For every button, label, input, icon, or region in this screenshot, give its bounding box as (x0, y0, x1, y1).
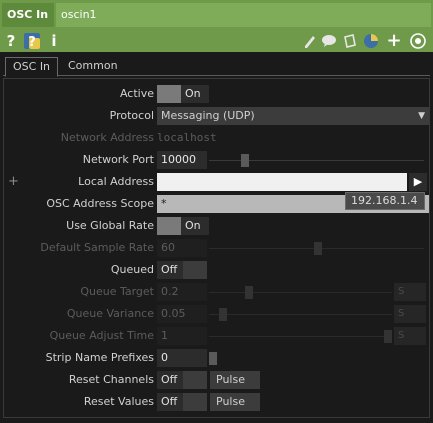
param-label: Queue Variance (66, 307, 154, 320)
param-row-local-address: + Local Address ▶ (4, 173, 429, 191)
queue-adjust-time-field: 1 (157, 327, 207, 345)
param-label: Queue Adjust Time (49, 329, 154, 342)
toggle-knob (157, 85, 181, 103)
toggle-knob (157, 217, 181, 235)
python-help-icon[interactable]: ? (22, 31, 42, 51)
queue-target-slider-handle (245, 286, 253, 299)
toggle-value: On (181, 85, 209, 103)
queue-adjust-time-units-button: S (394, 327, 426, 345)
param-row-use-global-rate: Use Global Rate On (4, 217, 429, 235)
param-label: Network Address (60, 131, 154, 144)
operator-name-field[interactable]: oscin1 (56, 3, 431, 27)
param-row-network-port: Network Port 10000 (4, 151, 429, 169)
default-sample-rate-slider-handle (314, 242, 322, 255)
strip-name-prefixes-slider-handle[interactable] (209, 352, 217, 365)
toolbar: ? ? i + (0, 30, 433, 52)
param-row-reset-channels: Reset Channels Off Pulse (4, 371, 429, 389)
queue-target-slider-track (209, 292, 392, 293)
info-icon[interactable]: i (48, 31, 60, 51)
queue-variance-slider-handle (219, 308, 227, 321)
reset-values-toggle[interactable]: Off (157, 393, 209, 411)
toggle-knob (183, 371, 207, 389)
param-row-active: Active On (4, 85, 429, 103)
param-row-queue-adjust-time: Queue Adjust Time 1 S (4, 327, 429, 345)
python-help-glyph: ? (24, 33, 40, 50)
param-row-queued: Queued Off (4, 261, 429, 279)
dropdown-value: Messaging (UDP) (161, 109, 255, 122)
local-address-field[interactable] (157, 173, 407, 191)
param-label: Network Port (82, 153, 154, 166)
protocol-dropdown[interactable]: Messaging (UDP) ▼ (157, 107, 429, 125)
toggle-value: Off (157, 393, 183, 411)
param-label: Active (119, 87, 154, 100)
param-label: Use Global Rate (66, 219, 154, 232)
param-label: OSC Address Scope (46, 197, 154, 210)
strip-name-prefixes-field[interactable]: 0 (157, 349, 207, 367)
param-row-queue-target: Queue Target 0.2 S (4, 283, 429, 301)
chevron-down-icon: ▼ (418, 111, 425, 121)
param-label: Queue Target (80, 285, 154, 298)
queue-target-field: 0.2 (157, 283, 207, 301)
param-row-strip-name-prefixes: Strip Name Prefixes 0 (4, 349, 429, 367)
help-icon[interactable]: ? (4, 31, 18, 51)
add-icon[interactable]: + (386, 31, 402, 51)
toggle-value: Off (157, 261, 183, 279)
toggle-value: Off (157, 371, 183, 389)
parameter-panel: Active On Protocol Messaging (UDP) ▼ Net… (3, 78, 430, 418)
active-toggle[interactable]: On (157, 85, 209, 103)
queue-adjust-time-slider-track (209, 336, 392, 337)
toggle-value: On (181, 217, 209, 235)
queue-variance-slider-track (209, 314, 392, 315)
title-bar: OSC In oscin1 (0, 0, 433, 30)
param-row-queue-variance: Queue Variance 0.05 S (4, 305, 429, 323)
parameter-tabs: OSC In Common (3, 54, 430, 77)
param-row-reset-values: Reset Values Off Pulse (4, 393, 429, 411)
param-label: Reset Channels (68, 373, 154, 386)
docked-note-icon[interactable] (342, 31, 358, 51)
queued-toggle[interactable]: Off (157, 261, 209, 279)
param-label: Protocol (109, 109, 154, 122)
param-label: Strip Name Prefixes (45, 351, 154, 364)
queue-target-units-button: S (394, 283, 426, 301)
network-port-slider-handle[interactable] (241, 154, 249, 167)
param-label: Local Address (78, 175, 154, 188)
default-sample-rate-field: 60 (157, 239, 207, 257)
local-address-menu-arrow-icon[interactable]: ▶ (409, 173, 427, 191)
use-global-rate-toggle[interactable]: On (157, 217, 209, 235)
python-icon[interactable] (362, 31, 380, 51)
param-row-default-sample-rate: Default Sample Rate 60 (4, 239, 429, 257)
queue-adjust-time-slider-handle (384, 330, 392, 343)
toggle-knob (183, 393, 207, 411)
queue-variance-units-button: S (394, 305, 426, 323)
param-label: Queued (110, 263, 154, 276)
network-port-field[interactable]: 10000 (157, 151, 207, 169)
tab-osc-in[interactable]: OSC In (5, 57, 59, 77)
param-label: Reset Values (83, 395, 154, 408)
operator-type-label: OSC In (2, 3, 54, 27)
target-icon[interactable] (408, 31, 428, 51)
queue-variance-field: 0.05 (157, 305, 207, 323)
tab-common[interactable]: Common (61, 57, 125, 75)
param-row-network-address: Network Address localhost (4, 129, 429, 147)
edit-pencil-icon[interactable] (302, 31, 318, 51)
svg-text:?: ? (28, 35, 36, 50)
reset-channels-pulse-button[interactable]: Pulse (210, 371, 260, 389)
comment-icon[interactable] (320, 31, 338, 51)
network-address-field: localhost (157, 131, 217, 144)
param-label: Default Sample Rate (40, 241, 154, 254)
toggle-knob (183, 261, 207, 279)
param-row-protocol: Protocol Messaging (UDP) ▼ (4, 107, 429, 125)
autocomplete-tooltip[interactable]: 192.168.1.4 (345, 192, 425, 210)
reset-values-pulse-button[interactable]: Pulse (210, 393, 260, 411)
reset-channels-toggle[interactable]: Off (157, 371, 209, 389)
